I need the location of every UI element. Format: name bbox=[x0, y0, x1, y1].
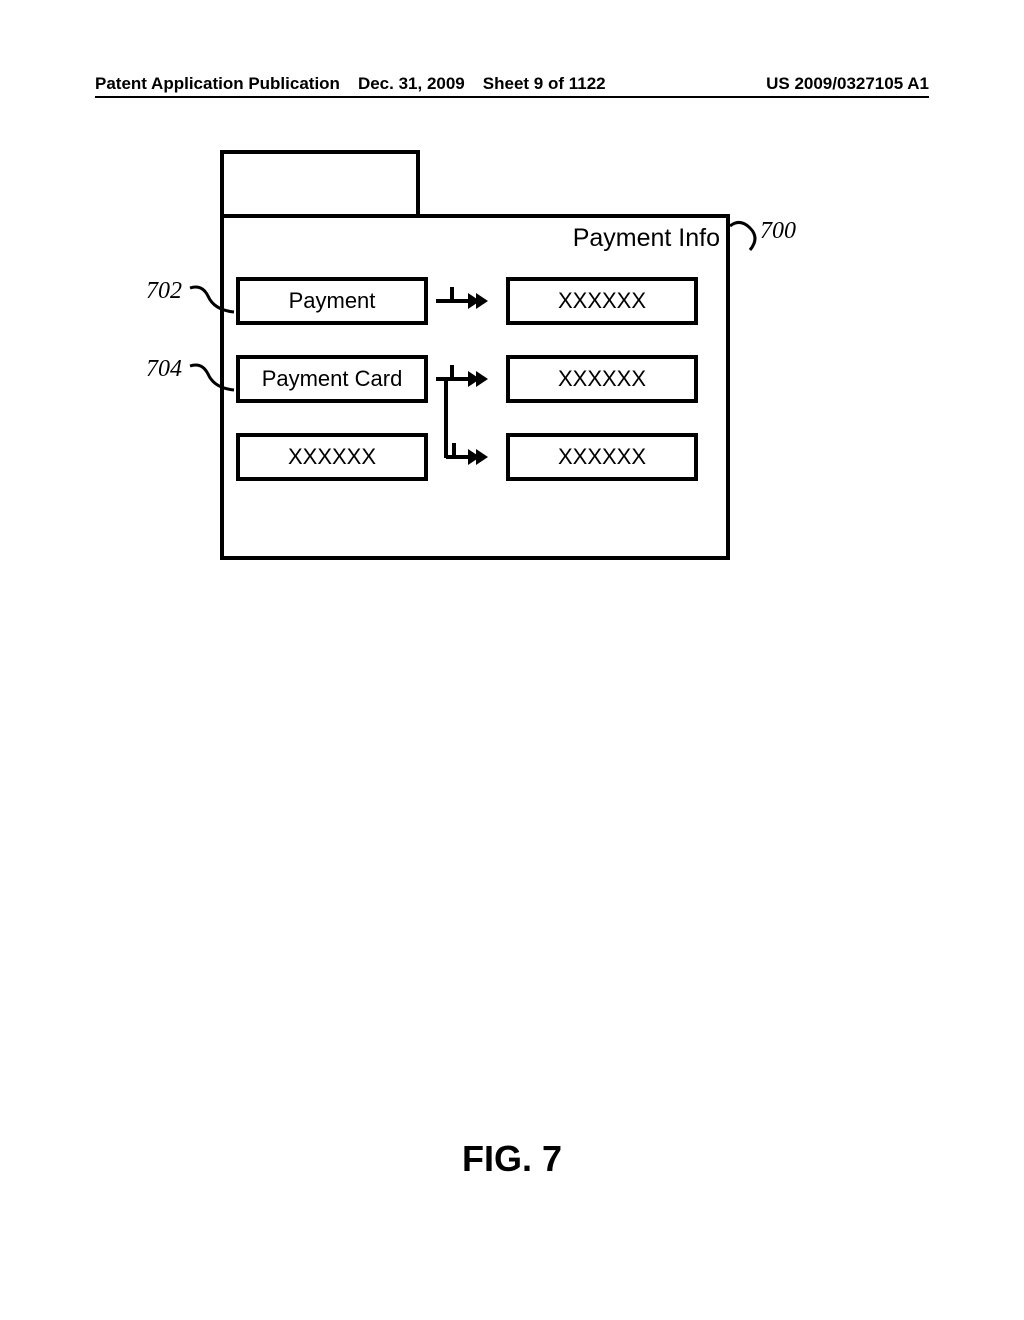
diagram-row: Payment XXXXXX bbox=[236, 276, 698, 326]
sheet-number: Sheet 9 of 1122 bbox=[483, 74, 606, 94]
tab-box bbox=[220, 150, 420, 218]
connector bbox=[428, 433, 506, 481]
figure-diagram: Payment Info Payment XXXXXX Payment Card… bbox=[140, 150, 820, 570]
publication-number: US 2009/0327105 A1 bbox=[624, 74, 929, 94]
lead-line-icon bbox=[728, 216, 768, 256]
connector bbox=[428, 277, 506, 325]
page-header: Patent Application Publication Dec. 31, … bbox=[95, 74, 929, 94]
figure-caption: FIG. 7 bbox=[0, 1138, 1024, 1180]
publication-type: Patent Application Publication bbox=[95, 74, 340, 94]
connector bbox=[428, 355, 506, 403]
callout-label-702: 702 bbox=[146, 278, 182, 305]
lead-line-icon bbox=[188, 282, 238, 322]
cell-left: Payment Card bbox=[236, 355, 428, 403]
lead-line-icon bbox=[188, 360, 238, 400]
arrow-icon bbox=[436, 293, 488, 309]
header-divider bbox=[95, 96, 929, 98]
diagram-title: Payment Info bbox=[240, 224, 750, 253]
cell-left: Payment bbox=[236, 277, 428, 325]
publication-date: Dec. 31, 2009 bbox=[358, 74, 465, 94]
callout-label-704: 704 bbox=[146, 356, 182, 383]
cell-right: XXXXXX bbox=[506, 277, 698, 325]
diagram-row: Payment Card XXXXXX bbox=[236, 354, 698, 404]
arrow-icon bbox=[446, 449, 488, 465]
cell-left: XXXXXX bbox=[236, 433, 428, 481]
cell-right: XXXXXX bbox=[506, 433, 698, 481]
diagram-row: XXXXXX XXXXXX bbox=[236, 432, 698, 482]
cell-right: XXXXXX bbox=[506, 355, 698, 403]
